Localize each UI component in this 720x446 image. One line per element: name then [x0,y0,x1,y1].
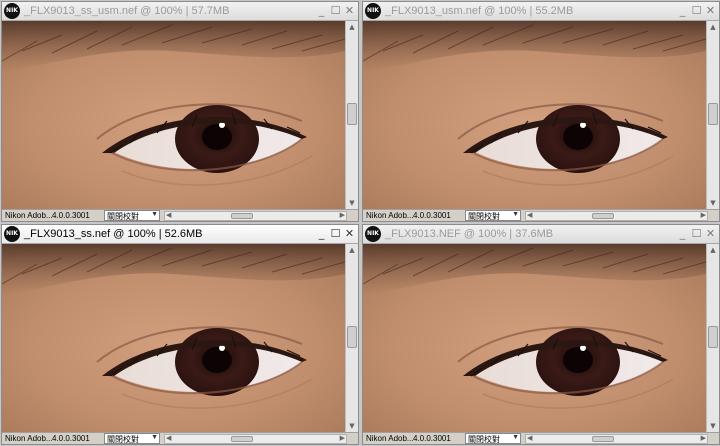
status-app-name: Nikon Adob... [5,434,53,443]
status-version: 4.0.0.3001 [413,434,451,443]
window-controls: _ ☐ ✕ [676,4,717,17]
eye-photo [363,21,706,209]
document-window-2[interactable]: NIK _FLX9013_usm.nef @ 100% | 55.2MB _ ☐… [362,1,720,222]
horizontal-scroll-thumb[interactable] [231,436,253,442]
window-title: _FLX9013_usm.nef @ 100% | 55.2MB [385,5,574,17]
nikon-logo-icon: NIK [4,226,20,242]
status-bar: Nikon Adob... 4.0.0.3001 關閉校對 ▼ ◀ ▶ [363,209,719,221]
vertical-scroll-thumb[interactable] [347,326,357,348]
chevron-down-icon: ▼ [151,211,158,218]
scroll-right-icon[interactable]: ▶ [340,434,345,442]
maximize-icon[interactable]: ☐ [690,227,703,240]
maximize-icon[interactable]: ☐ [329,4,342,17]
status-version: 4.0.0.3001 [52,434,90,443]
scroll-up-icon[interactable]: ▲ [347,245,357,255]
minimize-icon[interactable]: _ [676,4,689,17]
scroll-left-icon[interactable]: ◀ [527,434,532,442]
image-canvas[interactable] [363,21,706,209]
close-icon[interactable]: ✕ [704,227,717,240]
eye-photo [2,21,345,209]
horizontal-scroll-thumb[interactable] [592,213,614,219]
horizontal-scrollbar[interactable]: ◀ ▶ [164,434,347,444]
status-app-name: Nikon Adob... [5,211,53,220]
proof-dropdown[interactable]: 關閉校對 ▼ [465,433,521,444]
vertical-scroll-thumb[interactable] [347,103,357,125]
window-controls: _ ☐ ✕ [315,4,356,17]
window-controls: _ ☐ ✕ [315,227,356,240]
maximize-icon[interactable]: ☐ [329,227,342,240]
status-bar: Nikon Adob... 4.0.0.3001 關閉校對 ▼ ◀ ▶ [363,432,719,444]
scroll-up-icon[interactable]: ▲ [708,22,718,32]
status-app-name: Nikon Adob... [366,211,414,220]
horizontal-scrollbar[interactable]: ◀ ▶ [525,211,708,221]
eye-photo [2,244,345,432]
window-titlebar[interactable]: NIK _FLX9013.NEF @ 100% | 37.6MB _ ☐ ✕ [363,225,719,244]
chevron-down-icon: ▼ [151,434,158,441]
window-title: _FLX9013.NEF @ 100% | 37.6MB [385,228,554,240]
scroll-up-icon[interactable]: ▲ [347,22,357,32]
minimize-icon[interactable]: _ [315,4,328,17]
horizontal-scroll-thumb[interactable] [592,436,614,442]
status-version: 4.0.0.3001 [413,211,451,220]
vertical-scroll-thumb[interactable] [708,326,718,348]
minimize-icon[interactable]: _ [315,227,328,240]
scroll-down-icon[interactable]: ▼ [347,421,357,431]
horizontal-scroll-thumb[interactable] [231,213,253,219]
status-version: 4.0.0.3001 [52,211,90,220]
scroll-left-icon[interactable]: ◀ [527,211,532,219]
eye-photo [363,244,706,432]
proof-dropdown-label: 關閉校對 [107,435,139,444]
nikon-logo-icon: NIK [365,3,381,19]
close-icon[interactable]: ✕ [704,4,717,17]
scroll-down-icon[interactable]: ▼ [708,198,718,208]
vertical-scrollbar[interactable]: ▲ ▼ [345,244,358,432]
window-controls: _ ☐ ✕ [676,227,717,240]
scroll-up-icon[interactable]: ▲ [708,245,718,255]
minimize-icon[interactable]: _ [676,227,689,240]
close-icon[interactable]: ✕ [343,4,356,17]
window-title: _FLX9013_ss_usm.nef @ 100% | 57.7MB [24,5,230,17]
image-canvas[interactable] [2,244,345,432]
vertical-scroll-thumb[interactable] [708,103,718,125]
close-icon[interactable]: ✕ [343,227,356,240]
status-bar: Nikon Adob... 4.0.0.3001 關閉校對 ▼ ◀ ▶ [2,209,358,221]
horizontal-scrollbar[interactable]: ◀ ▶ [525,434,708,444]
chevron-down-icon: ▼ [512,434,519,441]
window-titlebar[interactable]: NIK _FLX9013_ss.nef @ 100% | 52.6MB _ ☐ … [2,225,358,244]
document-window-1[interactable]: NIK _FLX9013_ss_usm.nef @ 100% | 57.7MB … [1,1,359,222]
vertical-scrollbar[interactable]: ▲ ▼ [706,21,719,209]
nikon-logo-icon: NIK [4,3,20,19]
proof-dropdown[interactable]: 關閉校對 ▼ [465,210,521,221]
chevron-down-icon: ▼ [512,211,519,218]
scroll-left-icon[interactable]: ◀ [166,211,171,219]
scroll-down-icon[interactable]: ▼ [347,198,357,208]
nikon-logo-icon: NIK [365,226,381,242]
proof-dropdown[interactable]: 關閉校對 ▼ [104,210,160,221]
document-window-3[interactable]: NIK _FLX9013_ss.nef @ 100% | 52.6MB _ ☐ … [1,224,359,445]
image-canvas[interactable] [2,21,345,209]
proof-dropdown-label: 關閉校對 [468,212,500,221]
scroll-left-icon[interactable]: ◀ [166,434,171,442]
proof-dropdown[interactable]: 關閉校對 ▼ [104,433,160,444]
image-canvas[interactable] [363,244,706,432]
window-title: _FLX9013_ss.nef @ 100% | 52.6MB [24,228,203,240]
window-titlebar[interactable]: NIK _FLX9013_usm.nef @ 100% | 55.2MB _ ☐… [363,2,719,21]
proof-dropdown-label: 關閉校對 [468,435,500,444]
vertical-scrollbar[interactable]: ▲ ▼ [345,21,358,209]
scroll-right-icon[interactable]: ▶ [701,434,706,442]
status-bar: Nikon Adob... 4.0.0.3001 關閉校對 ▼ ◀ ▶ [2,432,358,444]
scroll-right-icon[interactable]: ▶ [701,211,706,219]
maximize-icon[interactable]: ☐ [690,4,703,17]
vertical-scrollbar[interactable]: ▲ ▼ [706,244,719,432]
status-app-name: Nikon Adob... [366,434,414,443]
horizontal-scrollbar[interactable]: ◀ ▶ [164,211,347,221]
window-titlebar[interactable]: NIK _FLX9013_ss_usm.nef @ 100% | 57.7MB … [2,2,358,21]
proof-dropdown-label: 關閉校對 [107,212,139,221]
document-window-4[interactable]: NIK _FLX9013.NEF @ 100% | 37.6MB _ ☐ ✕ ▲… [362,224,720,445]
scroll-down-icon[interactable]: ▼ [708,421,718,431]
scroll-right-icon[interactable]: ▶ [340,211,345,219]
